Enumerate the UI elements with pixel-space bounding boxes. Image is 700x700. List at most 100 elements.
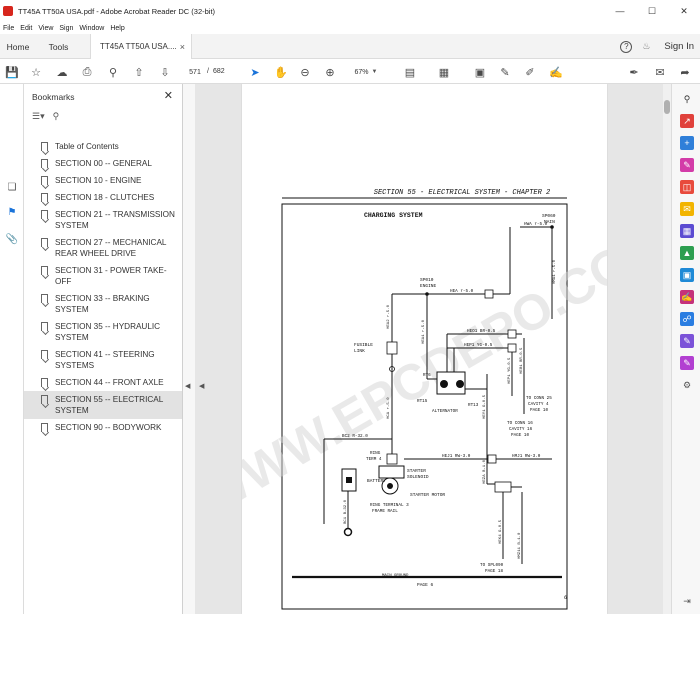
- collapse-arrow-icon[interactable]: ◀: [185, 382, 190, 390]
- menu-sign[interactable]: Sign: [59, 25, 73, 32]
- bookmark-item[interactable]: SECTION 10 - ENGINE: [24, 172, 182, 189]
- zoom-tool-icon[interactable]: ⚲: [680, 92, 694, 106]
- fit-page-icon[interactable]: ▤: [402, 64, 418, 80]
- bookmarks-panel: Bookmarks ✕ ☰▾ ⚲ Table of Contents SECTI…: [24, 84, 183, 614]
- panel-splitter[interactable]: ◀: [183, 84, 195, 614]
- scan-ocr-icon[interactable]: ▣: [680, 268, 694, 282]
- export-pdf-icon[interactable]: ↗: [680, 114, 694, 128]
- help-icon[interactable]: ?: [620, 40, 633, 53]
- label-hmj1: HMJ1 RW-3.0: [512, 454, 541, 459]
- cloud-upload-icon[interactable]: ☁: [54, 64, 70, 80]
- tab-tools[interactable]: Tools: [36, 34, 81, 59]
- page-thumbnails-icon[interactable]: ❏: [4, 179, 20, 195]
- close-icon[interactable]: ✕: [164, 89, 173, 102]
- menu-view[interactable]: View: [38, 25, 53, 32]
- menu-edit[interactable]: Edit: [20, 25, 32, 32]
- label-conn16: TO CONN 16: [507, 421, 533, 426]
- acrobat-logo-icon: [3, 6, 13, 16]
- previous-page-icon[interactable]: ⇧: [131, 64, 147, 80]
- bookmark-item[interactable]: Table of Contents: [24, 138, 182, 155]
- sign-in-button[interactable]: Sign In: [664, 41, 694, 52]
- bookmark-item[interactable]: SECTION 33 -- BRAKING SYSTEM: [24, 290, 182, 318]
- bookmark-item[interactable]: SECTION 21 -- TRANSMISSION SYSTEM: [24, 206, 182, 234]
- maximize-button[interactable]: ☐: [636, 0, 668, 22]
- vertical-scrollbar[interactable]: [663, 84, 671, 614]
- more-tools-icon[interactable]: ⚙: [680, 378, 694, 392]
- next-page-icon[interactable]: ⇩: [157, 64, 173, 80]
- notifications-bell-icon[interactable]: ♨: [642, 41, 650, 52]
- menu-file[interactable]: File: [3, 25, 14, 32]
- menu-help[interactable]: Help: [110, 25, 124, 32]
- bookmark-item[interactable]: SECTION 18 - CLUTCHES: [24, 189, 182, 206]
- bookmark-item[interactable]: SECTION 35 -- HYDRAULIC SYSTEM: [24, 318, 182, 346]
- bookmark-item[interactable]: SECTION 90 -- BODYWORK: [24, 419, 182, 436]
- comment-tool-icon[interactable]: ✉: [680, 202, 694, 216]
- diagram-page-label: PAGE 6: [417, 582, 434, 588]
- zoom-select[interactable]: 67% ▼: [347, 65, 385, 79]
- edit-sign-icon[interactable]: ✒: [626, 64, 642, 80]
- document-viewer[interactable]: ◀ SECTION 55 - ELECTRICAL SYSTEM - CHAPT…: [195, 84, 671, 614]
- scrollbar-thumb[interactable]: [664, 100, 670, 114]
- share-icon[interactable]: ➦: [677, 64, 693, 80]
- label-to-spl090: TO SPL090: [480, 563, 504, 568]
- bookmark-item[interactable]: SECTION 27 -- MECHANICAL REAR WHEEL DRIV…: [24, 234, 182, 262]
- close-tab-icon[interactable]: ×: [180, 42, 185, 52]
- fill-sign-tool-icon[interactable]: ✍: [680, 290, 694, 304]
- save-icon[interactable]: 💾: [4, 64, 20, 80]
- organize-pages-icon[interactable]: ▦: [680, 224, 694, 238]
- previous-page-arrow-icon[interactable]: ◀: [199, 382, 204, 390]
- bookmark-options-icon[interactable]: ☰▾: [32, 111, 45, 122]
- collapse-panel-icon[interactable]: ⇥: [680, 594, 694, 608]
- protect-icon[interactable]: ☍: [680, 312, 694, 326]
- hand-tool-icon[interactable]: ✋: [273, 64, 289, 80]
- bookmark-item[interactable]: SECTION 41 -- STEERING SYSTEMS: [24, 346, 182, 374]
- scrolling-mode-icon[interactable]: ▦: [436, 64, 452, 80]
- right-tools-panel: ⚲ ↗ + ✎ ◫ ✉ ▦ ▲ ▣ ✍ ☍ ✎ ✎ ⚙ ⇥: [671, 84, 700, 614]
- minimize-button[interactable]: —: [604, 0, 636, 22]
- bookmark-item[interactable]: SECTION 44 -- FRONT AXLE: [24, 374, 182, 391]
- label-fusible: FUSIBLE: [354, 342, 373, 348]
- comment-icon[interactable]: ▣: [472, 64, 488, 80]
- label-rt6: RT6: [423, 373, 431, 378]
- label-hek4: HEK4 G-0.5: [499, 519, 503, 544]
- send-review-icon[interactable]: ✎: [680, 356, 694, 370]
- label-alternator: ALTERNATOR: [432, 409, 458, 414]
- page-number-input[interactable]: 571: [182, 65, 208, 79]
- print-icon[interactable]: ⎙: [79, 64, 95, 80]
- bookmark-star-icon[interactable]: ☆: [28, 64, 44, 80]
- attachment-icon[interactable]: 📎: [4, 231, 20, 247]
- label-hmz11: HMZ11 B-1.0: [518, 532, 522, 559]
- close-window-button[interactable]: ✕: [668, 0, 700, 22]
- tab-home[interactable]: Home: [0, 34, 36, 59]
- bookmark-item-selected[interactable]: SECTION 55 -- ELECTRICAL SYSTEM: [24, 391, 182, 419]
- label-term4: TERM 4: [366, 457, 382, 462]
- section-header: SECTION 55 - ELECTRICAL SYSTEM - CHAPTER…: [374, 189, 550, 197]
- combine-files-icon[interactable]: ◫: [680, 180, 694, 194]
- zoom-in-icon[interactable]: ⊕: [322, 64, 338, 80]
- zoom-out-icon[interactable]: ⊖: [297, 64, 313, 80]
- label-starter-motor: STARTER MOTOR: [410, 492, 445, 498]
- email-icon[interactable]: ✉: [652, 64, 668, 80]
- compress-pdf-icon[interactable]: ▲: [680, 246, 694, 260]
- label-hep1: HEP1 YG-0.5: [464, 343, 493, 348]
- label-hea2: HEA2 r-5.0: [386, 304, 391, 329]
- bookmark-item[interactable]: SECTION 00 -- GENERAL: [24, 155, 182, 172]
- tab-document[interactable]: TT45A TT50A USA.... ×: [90, 34, 192, 59]
- bookmark-glyph-icon: [41, 193, 48, 202]
- label-bc1: BC1 B-32.0: [344, 499, 348, 524]
- request-signature-icon[interactable]: ✎: [680, 334, 694, 348]
- fill-sign-icon[interactable]: ✍: [548, 64, 564, 80]
- highlight-pen-icon[interactable]: ✎: [497, 64, 513, 80]
- bookmark-item[interactable]: SECTION 31 - POWER TAKE-OFF: [24, 262, 182, 290]
- find-bookmark-icon[interactable]: ⚲: [53, 111, 60, 122]
- label-cavity4: CAVITY 4: [528, 402, 549, 407]
- bookmark-icon[interactable]: ⚑: [4, 204, 20, 220]
- label-hma1: HMA1 r-5.0: [552, 259, 557, 284]
- zoom-search-icon[interactable]: ⚲: [105, 64, 121, 80]
- select-cursor-icon[interactable]: ➤: [247, 64, 263, 80]
- draw-icon[interactable]: ✐: [522, 64, 538, 80]
- label-page18: PAGE 18: [485, 569, 503, 574]
- create-pdf-icon[interactable]: +: [680, 136, 694, 150]
- edit-pdf-icon[interactable]: ✎: [680, 158, 694, 172]
- menu-window[interactable]: Window: [79, 25, 104, 32]
